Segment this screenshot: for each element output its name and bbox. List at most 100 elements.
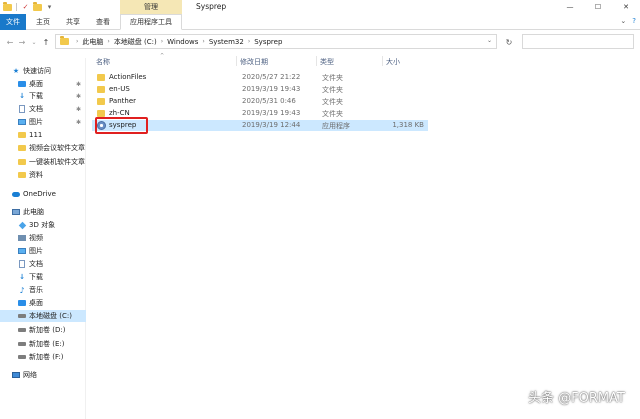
customize-toolbar-icon[interactable]: ▾	[45, 3, 54, 12]
folder-icon	[18, 144, 26, 152]
chevron-right-icon[interactable]: ›	[107, 38, 109, 45]
column-header-size[interactable]: 大小	[386, 57, 400, 67]
pin-icon[interactable]: ✱	[76, 119, 81, 126]
address-bar[interactable]: › 此电脑 › 本地磁盘 (C:) › Windows › System32 ›…	[55, 34, 497, 49]
folder-icon	[18, 158, 26, 166]
star-icon: ★	[12, 67, 20, 75]
tab-share[interactable]: 共享	[60, 14, 86, 30]
pin-icon[interactable]: ✱	[76, 81, 81, 88]
file-name: Panther	[109, 97, 136, 105]
tab-view[interactable]: 查看	[90, 14, 116, 30]
folder-icon	[60, 36, 69, 45]
file-size: 1,318 KB	[392, 121, 424, 129]
sidebar-item-3d-objects[interactable]: 3D 对象	[0, 219, 86, 231]
sidebar-item-label: 文档	[29, 105, 43, 113]
breadcrumb-sysprep[interactable]: Sysprep	[254, 38, 282, 46]
file-date: 2019/3/19 12:44	[242, 121, 301, 129]
minimize-button[interactable]: —	[556, 0, 584, 14]
cloud-icon	[12, 190, 20, 198]
sidebar-item-drive-f[interactable]: 新加卷 (F:)	[0, 351, 86, 363]
chevron-down-icon[interactable]: ⌄	[487, 37, 492, 44]
new-folder-icon[interactable]	[33, 1, 42, 12]
chevron-right-icon[interactable]: ›	[161, 38, 163, 45]
sidebar-item-network[interactable]: 网络	[0, 369, 86, 381]
file-date: 2019/3/19 19:43	[242, 85, 301, 93]
address-row: ← → ⌄ ↑ › 此电脑 › 本地磁盘 (C:) › Windows › Sy…	[0, 33, 640, 51]
tab-application-tools[interactable]: 应用程序工具	[120, 14, 182, 30]
picture-icon	[18, 118, 26, 126]
network-icon	[12, 371, 20, 379]
breadcrumb-local-disk-c[interactable]: 本地磁盘 (C:)	[114, 37, 157, 47]
close-button[interactable]: ✕	[612, 0, 640, 14]
sidebar-item-label: 一键装机软件文章	[29, 158, 85, 166]
tab-home[interactable]: 主页	[30, 14, 56, 30]
breadcrumb-this-pc[interactable]: 此电脑	[82, 37, 103, 47]
folder-icon	[97, 110, 105, 117]
refresh-icon[interactable]: ↻	[502, 35, 516, 49]
column-divider[interactable]	[236, 56, 237, 66]
sidebar-item-local-disk-c[interactable]: 本地磁盘 (C:)	[0, 310, 86, 322]
pin-icon[interactable]: ✱	[76, 106, 81, 113]
sidebar-item-label: 下载	[29, 273, 43, 281]
manage-context-tab[interactable]: 管理	[120, 0, 182, 14]
drive-icon	[18, 326, 26, 334]
search-input[interactable]	[522, 34, 634, 49]
pin-icon[interactable]: ✱	[76, 93, 81, 100]
sidebar-item-label: 此电脑	[23, 208, 44, 216]
sidebar-item-video-conf-articles[interactable]: 视频会议软件文章	[0, 142, 86, 154]
breadcrumb-windows[interactable]: Windows	[167, 38, 198, 46]
ribbon-right-controls: ⌄ ?	[620, 17, 636, 25]
chevron-right-icon[interactable]: ›	[76, 38, 78, 45]
column-divider[interactable]	[382, 56, 383, 66]
music-icon: ♪	[19, 285, 25, 295]
sidebar-item-label: 新加卷 (E:)	[29, 340, 65, 348]
maximize-button[interactable]: ☐	[584, 0, 612, 14]
recent-locations-icon[interactable]: ⌄	[28, 35, 40, 49]
chevron-down-icon[interactable]: ⌄	[620, 17, 626, 25]
sidebar-item-desktop-pc[interactable]: 桌面	[0, 297, 86, 309]
chevron-right-icon[interactable]: ›	[248, 38, 250, 45]
file-type: 文件夹	[322, 86, 343, 94]
sidebar-item-downloads[interactable]: ↓ 下载 ✱	[0, 90, 86, 102]
table-row[interactable]: en-US 2019/3/19 19:43 文件夹	[92, 84, 428, 95]
file-date: 2020/5/31 0:46	[242, 97, 296, 105]
sidebar-item-drive-e[interactable]: 新加卷 (E:)	[0, 338, 86, 350]
sidebar-item-documents[interactable]: 文档 ✱	[0, 103, 86, 115]
sidebar-item-one-click-install-articles[interactable]: 一键装机软件文章	[0, 156, 86, 168]
sidebar-item-documents-pc[interactable]: 文档	[0, 258, 86, 270]
file-type: 文件夹	[322, 98, 343, 106]
column-header-date[interactable]: 修改日期	[240, 57, 268, 67]
table-row[interactable]: ActionFiles 2020/5/27 21:22 文件夹	[92, 72, 428, 83]
sidebar-item-materials[interactable]: 资料	[0, 169, 86, 181]
sidebar-item-pictures[interactable]: 图片 ✱	[0, 116, 86, 128]
column-header-name[interactable]: 名称	[96, 57, 110, 67]
column-divider[interactable]	[316, 56, 317, 66]
sidebar-item-desktop[interactable]: 桌面 ✱	[0, 78, 86, 90]
breadcrumb-system32[interactable]: System32	[209, 38, 244, 46]
properties-icon[interactable]: ✓	[21, 3, 30, 12]
sidebar-item-pictures-pc[interactable]: 图片	[0, 245, 86, 257]
up-arrow-icon[interactable]: ↑	[40, 35, 52, 49]
sidebar-item-videos[interactable]: 视频	[0, 232, 86, 244]
sidebar-item-label: 桌面	[29, 80, 43, 88]
help-icon[interactable]: ?	[632, 17, 636, 25]
file-name: ActionFiles	[109, 73, 147, 81]
file-name: zh-CN	[109, 109, 130, 117]
sidebar-item-music[interactable]: ♪ 音乐	[0, 284, 86, 296]
download-icon: ↓	[19, 92, 25, 100]
forward-arrow-icon[interactable]: →	[16, 35, 28, 49]
sidebar-item-quick-access[interactable]: ★ 快速访问	[0, 65, 86, 77]
sidebar-item-onedrive[interactable]: OneDrive	[0, 188, 86, 200]
sidebar-item-this-pc[interactable]: 此电脑	[0, 206, 86, 218]
picture-icon	[18, 247, 26, 255]
folder-icon	[97, 74, 105, 81]
table-row[interactable]: Panther 2020/5/31 0:46 文件夹	[92, 96, 428, 107]
tab-file[interactable]: 文件	[0, 14, 26, 30]
window-controls: — ☐ ✕	[556, 0, 640, 14]
sidebar-item-drive-d[interactable]: 新加卷 (D:)	[0, 324, 86, 336]
sidebar-item-111[interactable]: 111	[0, 129, 86, 141]
back-arrow-icon[interactable]: ←	[4, 35, 16, 49]
sidebar-item-downloads-pc[interactable]: ↓ 下载	[0, 271, 86, 283]
chevron-right-icon[interactable]: ›	[202, 38, 204, 45]
column-header-type[interactable]: 类型	[320, 57, 334, 67]
